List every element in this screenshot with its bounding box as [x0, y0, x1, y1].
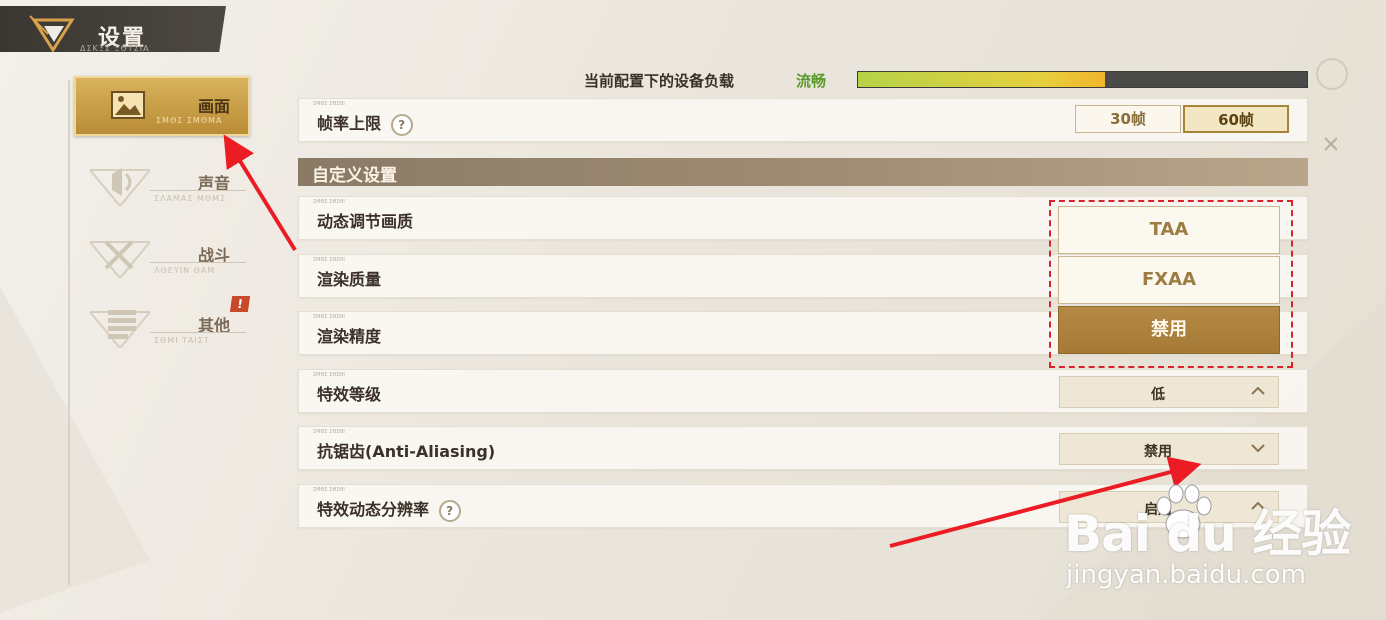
sidebar-item-sublabel: ΛΘΕΥΙΝ ΘΑΜ — [154, 266, 216, 275]
setting-row-anti-aliasing: ΣΜΘΣ ΣΘΣΘΙ 抗锯齿(Anti-Aliasing) 禁用 — [298, 426, 1308, 470]
sidebar-item-underline — [150, 332, 246, 333]
row-tag: ΣΜΘΣ ΣΘΣΘΙ — [313, 199, 345, 205]
setting-row-effects-level: ΣΜΘΣ ΣΘΣΘΙ 特效等级 低 — [298, 369, 1308, 413]
row-tag: ΣΜΘΣ ΣΘΣΘΙ — [313, 372, 345, 378]
device-load-status: 流畅 — [796, 72, 827, 90]
row-tag: ΣΜΘΣ ΣΘΣΘΙ — [313, 314, 345, 320]
sidebar-item-sublabel: ΣΘΜΙ ΤΑΙΣΤ — [154, 336, 210, 345]
fps-30-button[interactable]: 30帧 — [1075, 105, 1181, 133]
anti-aliasing-select[interactable]: 禁用 — [1059, 433, 1279, 465]
setting-row-framerate: ΣΜΘΣ ΣΘΣΘΙ 帧率上限 ? 30帧 60帧 — [298, 98, 1308, 142]
sidebar-item-graphics[interactable]: 画面 ΣΜΘΣ ΣΜΘΜΑ — [74, 76, 250, 136]
sidebar-item-underline — [150, 190, 246, 191]
device-load-bar — [857, 71, 1308, 88]
settings-title-tab: 设置 ΔΣΚΞΣ ΞΘΤΣΙΑ — [0, 6, 226, 52]
effects-level-select[interactable]: 低 — [1059, 376, 1279, 408]
notification-badge: ! — [229, 296, 251, 312]
setting-label: 抗锯齿(Anti-Aliasing) — [317, 442, 496, 461]
setting-label: 渲染精度 — [317, 327, 382, 346]
annotation-highlight-box — [1049, 200, 1293, 368]
setting-label: 帧率上限 ? — [317, 110, 413, 136]
game-logo-icon — [29, 15, 75, 52]
watermark-url: jingyan.baidu.com — [1066, 560, 1306, 590]
swords-icon — [90, 240, 150, 278]
fps-60-button[interactable]: 60帧 — [1183, 105, 1289, 133]
select-value: 低 — [1151, 387, 1165, 403]
sidebar-item-sound[interactable]: 声音 ΣΛΑΜΑΣ ΜΘΜΣ — [74, 156, 250, 216]
help-icon[interactable]: ? — [390, 113, 413, 136]
row-tag: ΣΜΘΣ ΣΘΣΘΙ — [313, 487, 345, 493]
row-tag: ΣΜΘΣ ΣΘΣΘΙ — [313, 429, 345, 435]
row-tag: ΣΜΘΣ ΣΘΣΘΙ — [313, 257, 345, 263]
sidebar-item-other[interactable]: 其他 ! ΣΘΜΙ ΤΑΙΣΤ — [74, 296, 251, 358]
setting-label: 特效等级 — [317, 385, 382, 404]
framerate-label: 帧率上限 — [317, 114, 382, 133]
help-icon[interactable]: ? — [438, 499, 461, 522]
setting-label: 动态调节画质 — [317, 212, 414, 231]
chevron-up-icon — [1251, 386, 1265, 395]
corner-ornament-icon — [1316, 58, 1348, 90]
framerate-toggle-group: 30帧 60帧 — [1075, 105, 1291, 135]
device-load-label: 当前配置下的设备负载 — [584, 72, 735, 90]
sidebar-divider — [68, 80, 70, 585]
setting-label: 渲染质量 — [317, 270, 382, 289]
image-icon — [111, 91, 145, 119]
select-value: 禁用 — [1144, 444, 1172, 460]
effects-resolution-label: 特效动态分辨率 — [317, 500, 430, 519]
sound-icon — [90, 168, 150, 206]
sidebar-item-sublabel: ΣΛΑΜΑΣ ΜΘΜΣ — [154, 194, 227, 203]
list-icon — [90, 310, 150, 348]
watermark-brand: Bai du 经验 — [1064, 505, 1351, 563]
sidebar-item-sublabel: ΣΜΘΣ ΣΜΘΜΑ — [156, 116, 223, 125]
sidebar-item-label: 画面 — [198, 97, 231, 116]
chevron-down-icon — [1251, 444, 1265, 453]
sidebar-item-underline — [150, 262, 246, 263]
setting-label: 特效动态分辨率 ? — [317, 496, 461, 522]
section-title: 自定义设置 — [312, 166, 397, 186]
section-header-custom: 自定义设置 — [298, 158, 1308, 186]
page-subtitle: ΔΣΚΞΣ ΞΘΤΣΙΑ — [80, 44, 150, 53]
sidebar-item-combat[interactable]: 战斗 ΛΘΕΥΙΝ ΘΑΜ — [74, 228, 250, 288]
device-load-fill — [858, 72, 1105, 87]
row-tag: ΣΜΘΣ ΣΘΣΘΙ — [313, 101, 345, 107]
